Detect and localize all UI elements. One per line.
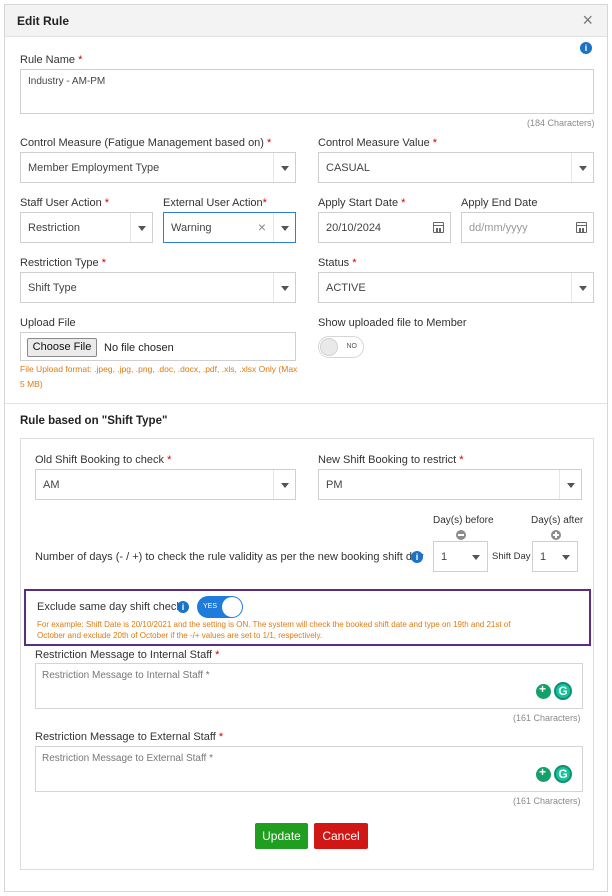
file-status-text: No file chosen (104, 342, 174, 354)
control-measure-value-label: Control Measure Value * (318, 137, 438, 149)
status-select[interactable]: ACTIVE (318, 272, 594, 303)
external-user-action-select[interactable]: Warning × (163, 212, 296, 243)
chevron-down-icon (130, 213, 152, 242)
control-measure-value-select[interactable]: CASUAL (318, 152, 594, 183)
upload-file-label: Upload File (20, 317, 76, 329)
bulb-icon[interactable] (536, 682, 551, 699)
days-after-select[interactable]: 1 (532, 541, 578, 572)
bulb-icon[interactable] (536, 765, 551, 782)
old-shift-select[interactable]: AM (35, 469, 296, 500)
internal-message-label: Restriction Message to Internal Staff * (35, 649, 220, 661)
old-shift-label: Old Shift Booking to check * (35, 454, 172, 466)
update-button[interactable]: Update (255, 823, 308, 849)
external-message-label: Restriction Message to External Staff * (35, 731, 224, 743)
exclude-same-day-box: Exclude same day shift check i YES For e… (24, 589, 591, 646)
apply-start-date-label: Apply Start Date * (318, 197, 406, 209)
internal-message-textarea[interactable]: Restriction Message to Internal Staff * … (35, 663, 583, 709)
info-icon[interactable]: i (580, 42, 592, 54)
new-shift-label: New Shift Booking to restrict * (318, 454, 464, 466)
restriction-type-label: Restriction Type * (20, 257, 107, 269)
chevron-down-icon (465, 542, 487, 571)
textarea-tools: G (536, 765, 572, 785)
plus-icon[interactable] (551, 530, 561, 540)
edit-rule-modal: Edit Rule × i Rule Name * Industry - AM-… (4, 4, 608, 892)
chevron-down-icon (555, 542, 577, 571)
calendar-icon[interactable] (576, 222, 587, 233)
cancel-button[interactable]: Cancel (314, 823, 368, 849)
days-validity-label: Number of days (- / +) to check the rule… (35, 551, 424, 563)
shift-day-label: Shift Day (492, 551, 531, 562)
chevron-down-icon (273, 273, 295, 302)
staff-user-action-label: Staff User Action * (20, 197, 110, 209)
clear-icon[interactable]: × (258, 219, 266, 235)
restriction-type-select[interactable]: Shift Type (20, 272, 296, 303)
show-file-label: Show uploaded file to Member (318, 317, 467, 329)
staff-user-action-select[interactable]: Restriction (20, 212, 153, 243)
control-measure-select[interactable]: Member Employment Type (20, 152, 296, 183)
upload-file-input[interactable]: Choose File No file chosen (20, 332, 296, 361)
days-before-label: Day(s) before (433, 515, 494, 526)
external-message-char-count: (161 Characters) (513, 796, 581, 806)
show-file-toggle[interactable]: NO (318, 336, 364, 358)
close-icon[interactable]: × (582, 10, 593, 30)
section-title: Rule based on "Shift Type" (20, 415, 168, 427)
exclude-same-day-label: Exclude same day shift check (37, 601, 182, 613)
chevron-down-icon (273, 213, 295, 242)
external-user-action-label: External User Action* (163, 197, 267, 209)
rule-name-input[interactable]: Industry - AM-PM (20, 69, 594, 114)
control-measure-label: Control Measure (Fatigue Management base… (20, 137, 272, 149)
shift-type-panel: Old Shift Booking to check * AM New Shif… (20, 438, 594, 870)
chevron-down-icon (273, 470, 295, 499)
upload-format-hint: File Upload format: .jpeg, .jpg, .png, .… (20, 364, 298, 389)
external-message-textarea[interactable]: Restriction Message to External Staff * … (35, 746, 583, 792)
grammarly-icon[interactable]: G (554, 765, 572, 783)
chevron-down-icon (273, 153, 295, 182)
info-icon[interactable]: i (177, 601, 189, 613)
minus-icon[interactable] (456, 530, 466, 540)
info-icon[interactable]: i (411, 551, 423, 563)
days-after-label: Day(s) after (531, 515, 584, 526)
chevron-down-icon (571, 153, 593, 182)
apply-end-date-label: Apply End Date (461, 197, 538, 209)
grammarly-icon[interactable]: G (554, 682, 572, 700)
modal-header: Edit Rule × (5, 5, 607, 37)
rule-name-char-count: (184 Characters) (527, 118, 595, 128)
section-divider (5, 403, 607, 404)
exclude-example-text: For example: Shift Date is 20/10/2021 an… (37, 620, 511, 640)
modal-title: Edit Rule (17, 14, 70, 28)
textarea-tools: G (536, 682, 572, 702)
apply-end-date-input[interactable]: dd/mm/yyyy (461, 212, 594, 243)
choose-file-button[interactable]: Choose File (27, 338, 97, 357)
exclude-same-day-toggle[interactable]: YES (197, 596, 243, 618)
chevron-down-icon (559, 470, 581, 499)
rule-name-label: Rule Name * (20, 54, 83, 66)
new-shift-select[interactable]: PM (318, 469, 582, 500)
days-before-select[interactable]: 1 (433, 541, 488, 572)
calendar-icon[interactable] (433, 222, 444, 233)
apply-start-date-input[interactable]: 20/10/2024 (318, 212, 451, 243)
internal-message-char-count: (161 Characters) (513, 713, 581, 723)
status-label: Status * (318, 257, 357, 269)
chevron-down-icon (571, 273, 593, 302)
